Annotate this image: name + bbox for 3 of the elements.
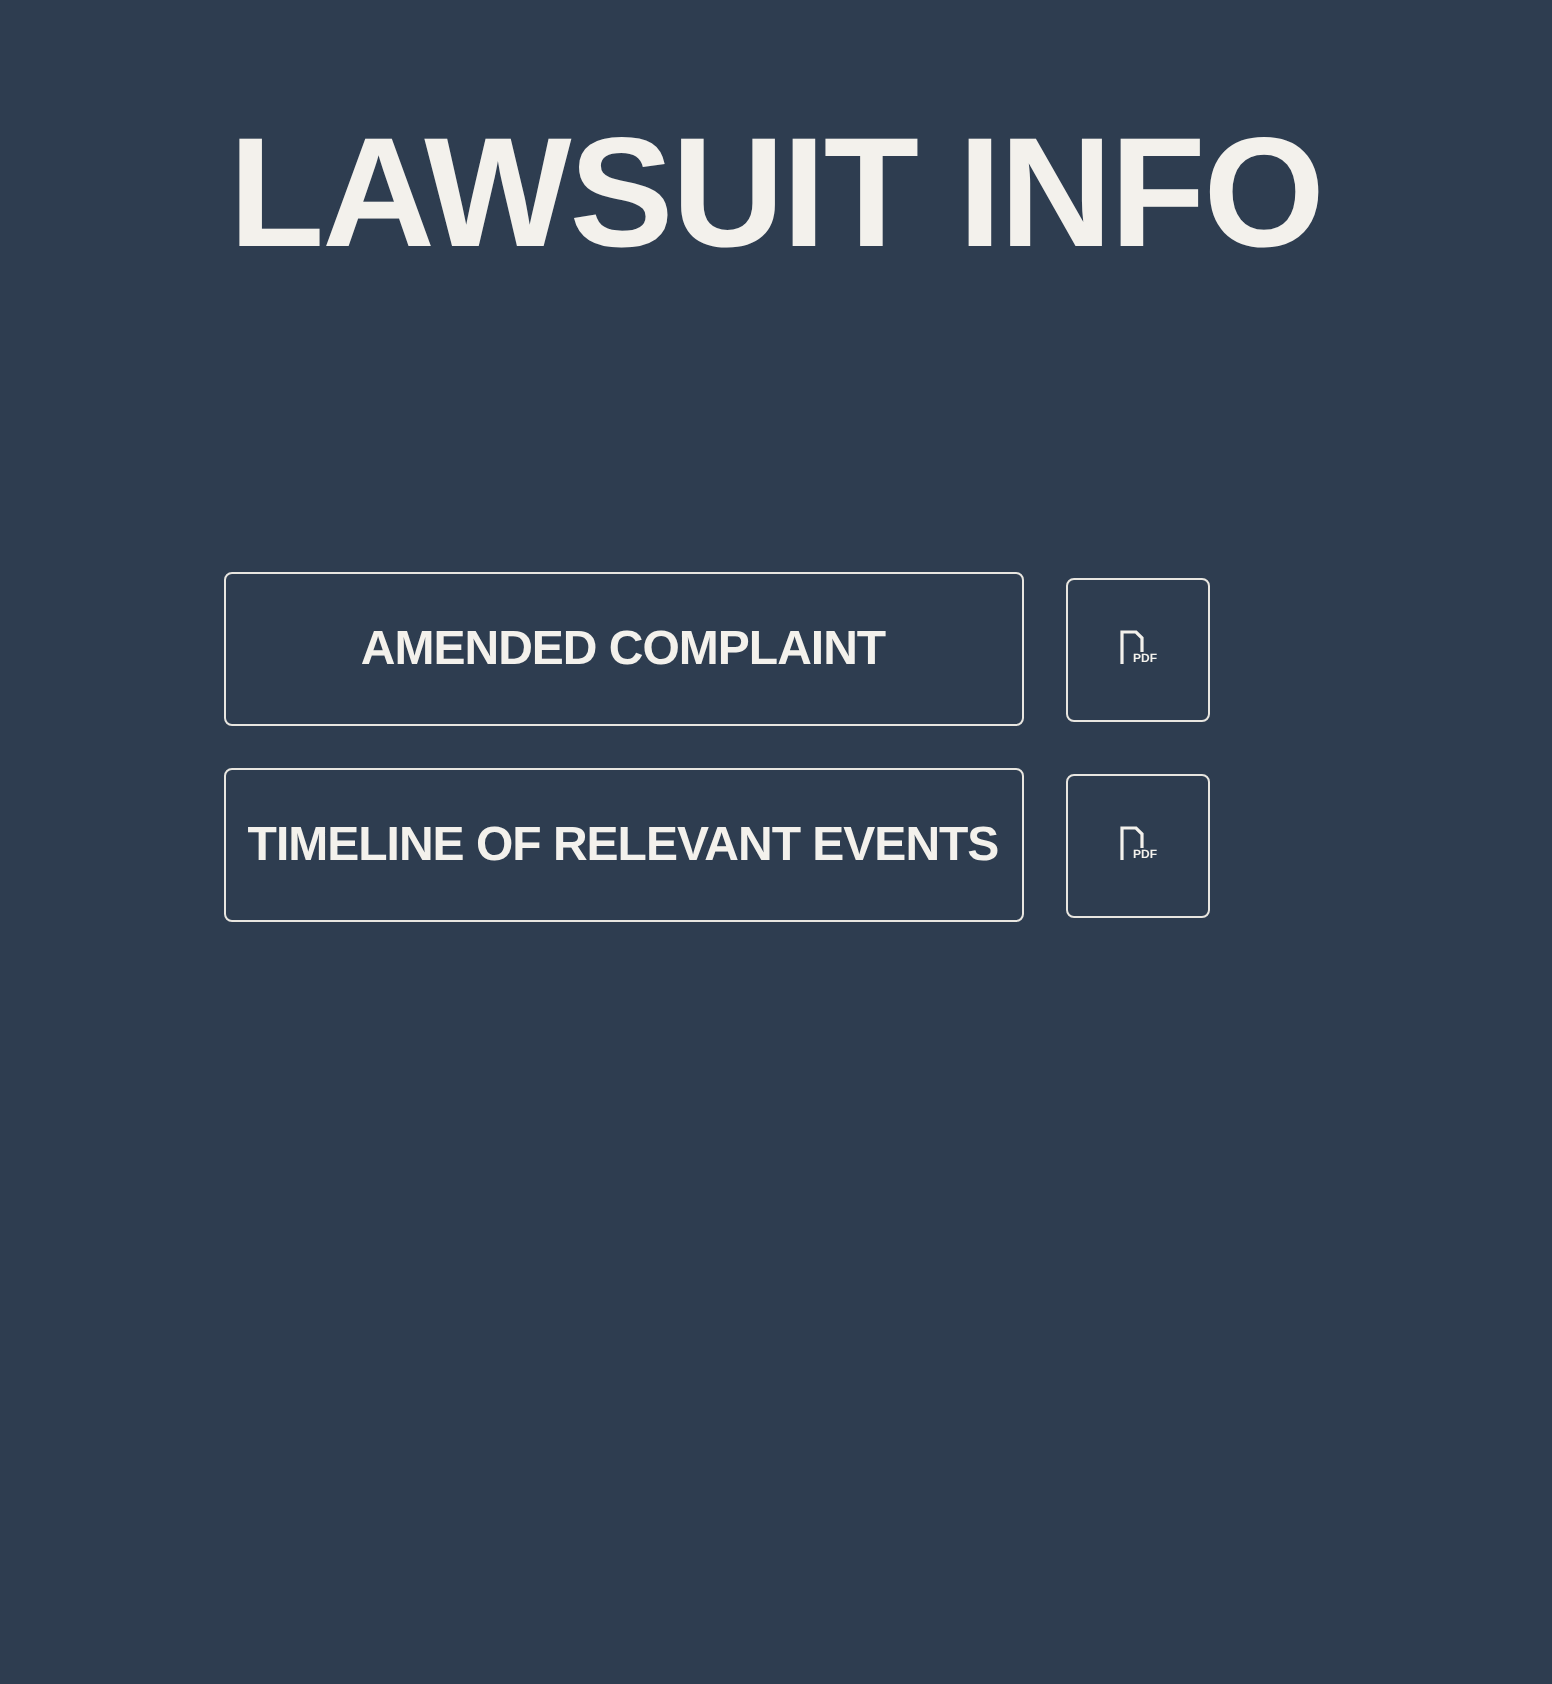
document-link-button[interactable]: TIMELINE OF RELEVANT EVENTS xyxy=(223,768,1023,922)
page-title: LAWSUIT INFO xyxy=(229,104,1323,280)
document-link-button[interactable]: AMENDED COMPLAINT xyxy=(223,572,1023,726)
